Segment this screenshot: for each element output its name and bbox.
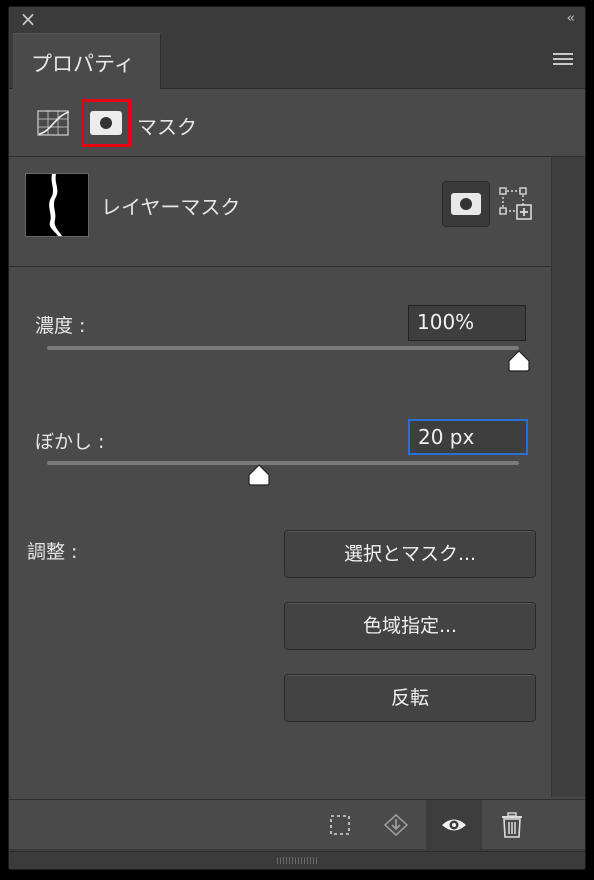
feather-label: ぼかし : xyxy=(35,431,105,453)
trash-icon[interactable] xyxy=(497,810,527,840)
apply-mask-icon[interactable] xyxy=(381,810,411,840)
feather-field[interactable]: 20 px xyxy=(408,419,528,455)
visibility-toggle[interactable] xyxy=(426,800,482,850)
close-icon[interactable]: × xyxy=(19,9,37,29)
color-range-button[interactable]: 色域指定... xyxy=(284,602,536,650)
select-and-mask-button[interactable]: 選択とマスク... xyxy=(284,530,536,578)
layer-mask-row: レイヤーマスク xyxy=(9,157,552,267)
tab-properties-label: プロパティ xyxy=(31,52,135,76)
double-chevron-left-icon[interactable]: ‹‹ xyxy=(567,11,576,26)
density-slider-track[interactable] xyxy=(47,346,519,350)
tab-row: プロパティ xyxy=(9,33,585,90)
tab-properties[interactable]: プロパティ xyxy=(13,33,161,90)
density-slider-thumb[interactable] xyxy=(507,349,531,373)
resize-bar[interactable] xyxy=(9,851,585,869)
invert-button[interactable]: 反転 xyxy=(284,674,536,722)
mask-thumbnail[interactable] xyxy=(25,173,89,237)
mask-icon xyxy=(90,111,122,135)
layer-name: レイヤーマスク xyxy=(101,195,241,219)
pixel-mask-icon xyxy=(451,193,481,215)
panel-body: マスク レイヤーマスク 濃度: 100% ぼかし: 20 px 調整: 選… xyxy=(9,89,585,827)
pixel-mask-button[interactable] xyxy=(442,181,490,227)
eye-icon xyxy=(439,810,469,840)
adjustment-curves-icon[interactable] xyxy=(37,110,71,138)
properties-panel: × ‹‹ プロパティ マスク レイヤーマスク 濃度: 100% ぼかし: 2… xyxy=(8,6,586,870)
density-label: 濃度 : xyxy=(35,315,86,337)
scrollbar[interactable] xyxy=(551,157,585,797)
adjust-label: 調整 : xyxy=(27,541,78,563)
feather-slider-thumb[interactable] xyxy=(247,463,271,487)
footer-toolbar xyxy=(9,799,585,850)
vector-mask-add-icon[interactable] xyxy=(499,187,533,221)
selection-icon[interactable] xyxy=(325,810,355,840)
mode-row: マスク xyxy=(9,89,585,157)
panel-menu-icon[interactable] xyxy=(553,53,573,67)
mask-mode-button[interactable] xyxy=(81,99,131,147)
feather-slider-track[interactable] xyxy=(47,461,519,465)
resize-grip-icon[interactable] xyxy=(277,857,317,864)
mode-label: マスク xyxy=(137,115,197,139)
title-bar[interactable]: × ‹‹ xyxy=(9,7,585,33)
density-field[interactable]: 100% xyxy=(408,305,526,341)
